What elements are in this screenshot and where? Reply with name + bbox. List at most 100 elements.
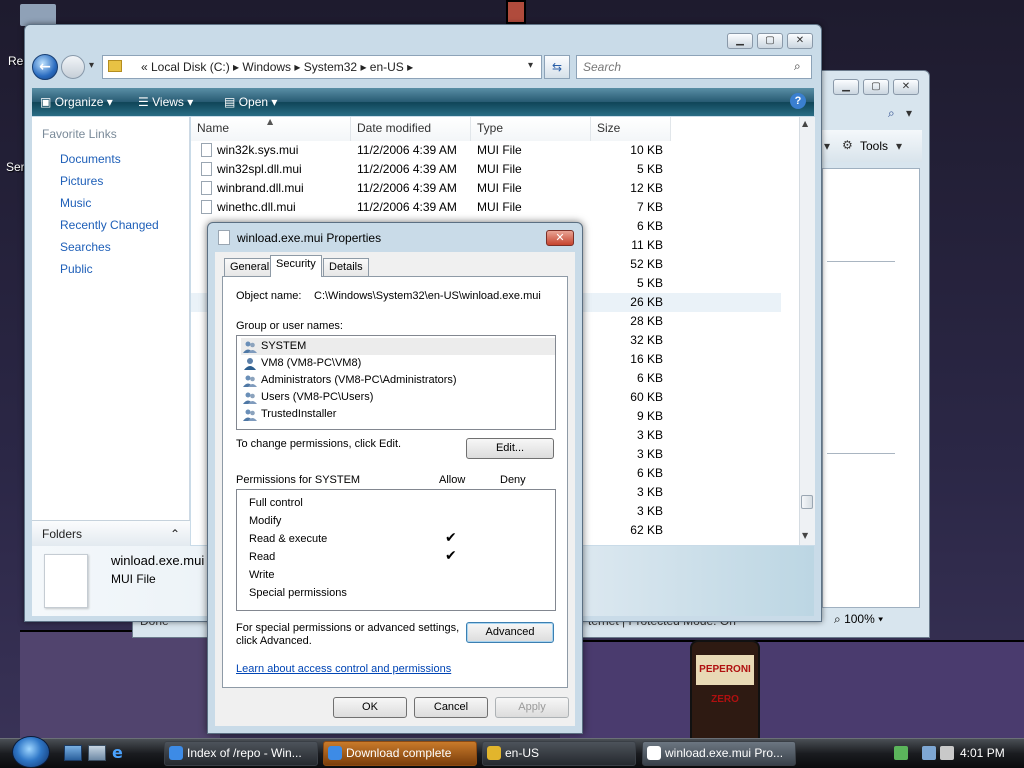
file-name: winethc.dll.mui xyxy=(217,200,296,214)
table-row[interactable]: win32k.sys.mui 11/2/2006 4:39 AM MUI Fil… xyxy=(191,141,781,160)
tab-general[interactable]: General xyxy=(224,258,276,276)
file-size: 28 KB xyxy=(630,314,663,328)
organize-menu[interactable]: ▣ Organize ▾ xyxy=(40,88,113,116)
dialog-title: winload.exe.mui Properties xyxy=(237,231,382,245)
list-item[interactable]: TrustedInstaller xyxy=(241,406,555,423)
dialog-close-button[interactable]: ✕ xyxy=(546,230,574,246)
nav-item-searches[interactable]: Searches xyxy=(38,237,111,257)
recent-pages-chevron-icon[interactable]: ▾ xyxy=(89,60,94,71)
bottle-label: PEPERONI ZERO xyxy=(696,655,754,705)
safely-remove-icon[interactable] xyxy=(894,746,908,760)
table-row[interactable]: winethc.dll.mui 11/2/2006 4:39 AM MUI Fi… xyxy=(191,198,781,217)
chevron-down-icon[interactable]: ▾ xyxy=(896,139,902,153)
taskbar-item-folder[interactable]: en-US xyxy=(482,741,636,766)
nav-item-label: Documents xyxy=(60,152,121,166)
column-header-date[interactable]: Date modified xyxy=(351,117,471,141)
forward-arrow-icon[interactable] xyxy=(61,55,85,79)
maximize-button[interactable]: ▢ xyxy=(863,79,889,95)
file-icon xyxy=(218,230,230,245)
show-desktop-icon[interactable] xyxy=(64,745,82,761)
advanced-button[interactable]: Advanced xyxy=(466,622,554,643)
table-row[interactable]: winbrand.dll.mui 11/2/2006 4:39 AM MUI F… xyxy=(191,179,781,198)
folders-toggle[interactable]: Folders ⌃ xyxy=(32,520,190,546)
desktop-icon-label[interactable]: Ser xyxy=(6,160,25,174)
allow-column-header: Allow xyxy=(439,474,466,486)
search-icon[interactable]: ⌕ xyxy=(888,106,895,121)
pictures-icon xyxy=(38,174,53,188)
open-menu[interactable]: ▤ Open ▾ xyxy=(224,88,277,116)
start-orb-icon[interactable] xyxy=(12,736,50,768)
search-input[interactable]: Search xyxy=(576,55,812,79)
file-size: 26 KB xyxy=(630,295,663,309)
file-size: 16 KB xyxy=(630,352,663,366)
searches-icon xyxy=(38,240,53,254)
back-arrow-icon[interactable]: ← xyxy=(32,54,58,80)
network-icon[interactable] xyxy=(922,746,936,760)
column-header-type[interactable]: Type xyxy=(471,117,591,141)
address-dropdown-icon[interactable]: ▾ xyxy=(528,60,533,71)
close-button[interactable]: ✕ xyxy=(787,33,813,49)
file-list-scrollbar[interactable]: ▲ ▼ xyxy=(799,117,815,545)
nav-item-label: Music xyxy=(60,196,92,210)
minimize-button[interactable]: ▁ xyxy=(833,79,859,95)
taskbar-item-properties[interactable]: winload.exe.mui Pro... xyxy=(642,741,796,766)
object-name-label: Object name: xyxy=(236,290,302,302)
views-icon: ☰ xyxy=(138,95,149,109)
close-button[interactable]: ✕ xyxy=(893,79,919,95)
list-item[interactable]: VM8 (VM8-PC\VM8) xyxy=(241,355,555,372)
address-breadcrumb[interactable]: « Local Disk (C:) ▸ Windows ▸ System32 ▸… xyxy=(141,60,413,74)
sort-arrow-icon: ▲ xyxy=(267,117,274,126)
cancel-button[interactable]: Cancel xyxy=(414,697,488,718)
file-size: 3 KB xyxy=(636,485,663,499)
tab-details[interactable]: Details xyxy=(323,258,369,276)
internet-explorer-icon[interactable]: e xyxy=(112,744,130,762)
help-icon[interactable]: ? xyxy=(790,93,806,109)
user-list[interactable]: SYSTEM VM8 (VM8-PC\VM8) Administrators (… xyxy=(236,335,556,430)
chevron-down-icon: ▾ xyxy=(878,612,884,626)
file-icon xyxy=(647,746,661,760)
column-header-size[interactable]: Size xyxy=(591,117,671,141)
minimize-button[interactable]: ▁ xyxy=(727,33,753,49)
nav-item-music[interactable]: Music xyxy=(38,193,91,213)
list-item[interactable]: SYSTEM xyxy=(241,338,555,355)
ok-button[interactable]: OK xyxy=(333,697,407,718)
scroll-down-icon[interactable]: ▼ xyxy=(802,531,808,540)
tools-menu[interactable]: Tools xyxy=(860,139,888,153)
file-size: 60 KB xyxy=(630,390,663,404)
views-menu[interactable]: ☰ Views ▾ xyxy=(138,88,193,116)
edit-button[interactable]: Edit... xyxy=(466,438,554,459)
list-item[interactable]: Users (VM8-PC\Users) xyxy=(241,389,555,406)
nav-item-pictures[interactable]: Pictures xyxy=(38,171,103,191)
address-bar[interactable]: « Local Disk (C:) ▸ Windows ▸ System32 ▸… xyxy=(102,55,542,79)
switch-windows-icon[interactable] xyxy=(88,745,106,761)
list-item[interactable]: Administrators (VM8-PC\Administrators) xyxy=(241,372,555,389)
learn-more-link[interactable]: Learn about access control and permissio… xyxy=(236,663,451,675)
nav-item-documents[interactable]: Documents xyxy=(38,149,121,169)
tab-security[interactable]: Security xyxy=(270,255,322,277)
permission-name: Read xyxy=(249,551,276,563)
apply-button[interactable]: Apply xyxy=(495,697,569,718)
refresh-icon[interactable]: ⇆ xyxy=(544,55,570,79)
taskbar-item-label: winload.exe.mui Pro... xyxy=(665,746,784,760)
system-clock[interactable]: 4:01 PM xyxy=(960,738,1020,768)
chevron-down-icon[interactable]: ▾ xyxy=(906,106,912,120)
scrollbar-thumb[interactable] xyxy=(801,495,813,509)
nav-item-public[interactable]: Public xyxy=(38,259,93,279)
recycle-bin-label[interactable]: Re xyxy=(8,54,23,68)
gear-icon[interactable]: ⚙ xyxy=(842,138,853,152)
nav-item-recently-changed[interactable]: Recently Changed xyxy=(38,215,159,235)
volume-muted-icon[interactable] xyxy=(940,746,954,760)
taskbar-item-browser[interactable]: Index of /repo - Win... xyxy=(164,741,318,766)
taskbar-item-label: Download complete xyxy=(346,746,452,760)
search-icon[interactable]: ⌕ xyxy=(794,59,801,74)
file-date: 11/2/2006 4:39 AM xyxy=(357,200,457,214)
user-name: Users (VM8-PC\Users) xyxy=(261,391,374,403)
taskbar-item-download[interactable]: Download complete xyxy=(323,741,477,766)
recycle-bin-icon[interactable] xyxy=(20,4,56,26)
scroll-up-icon[interactable]: ▲ xyxy=(802,119,808,128)
chevron-down-icon[interactable]: ▾ xyxy=(824,139,830,153)
table-row[interactable]: win32spl.dll.mui 11/2/2006 4:39 AM MUI F… xyxy=(191,160,781,179)
maximize-button[interactable]: ▢ xyxy=(757,33,783,49)
permissions-list[interactable]: Full control Modify Read & execute Read … xyxy=(236,489,556,611)
zoom-level[interactable]: ⌕ 100% ▾ xyxy=(834,612,883,627)
